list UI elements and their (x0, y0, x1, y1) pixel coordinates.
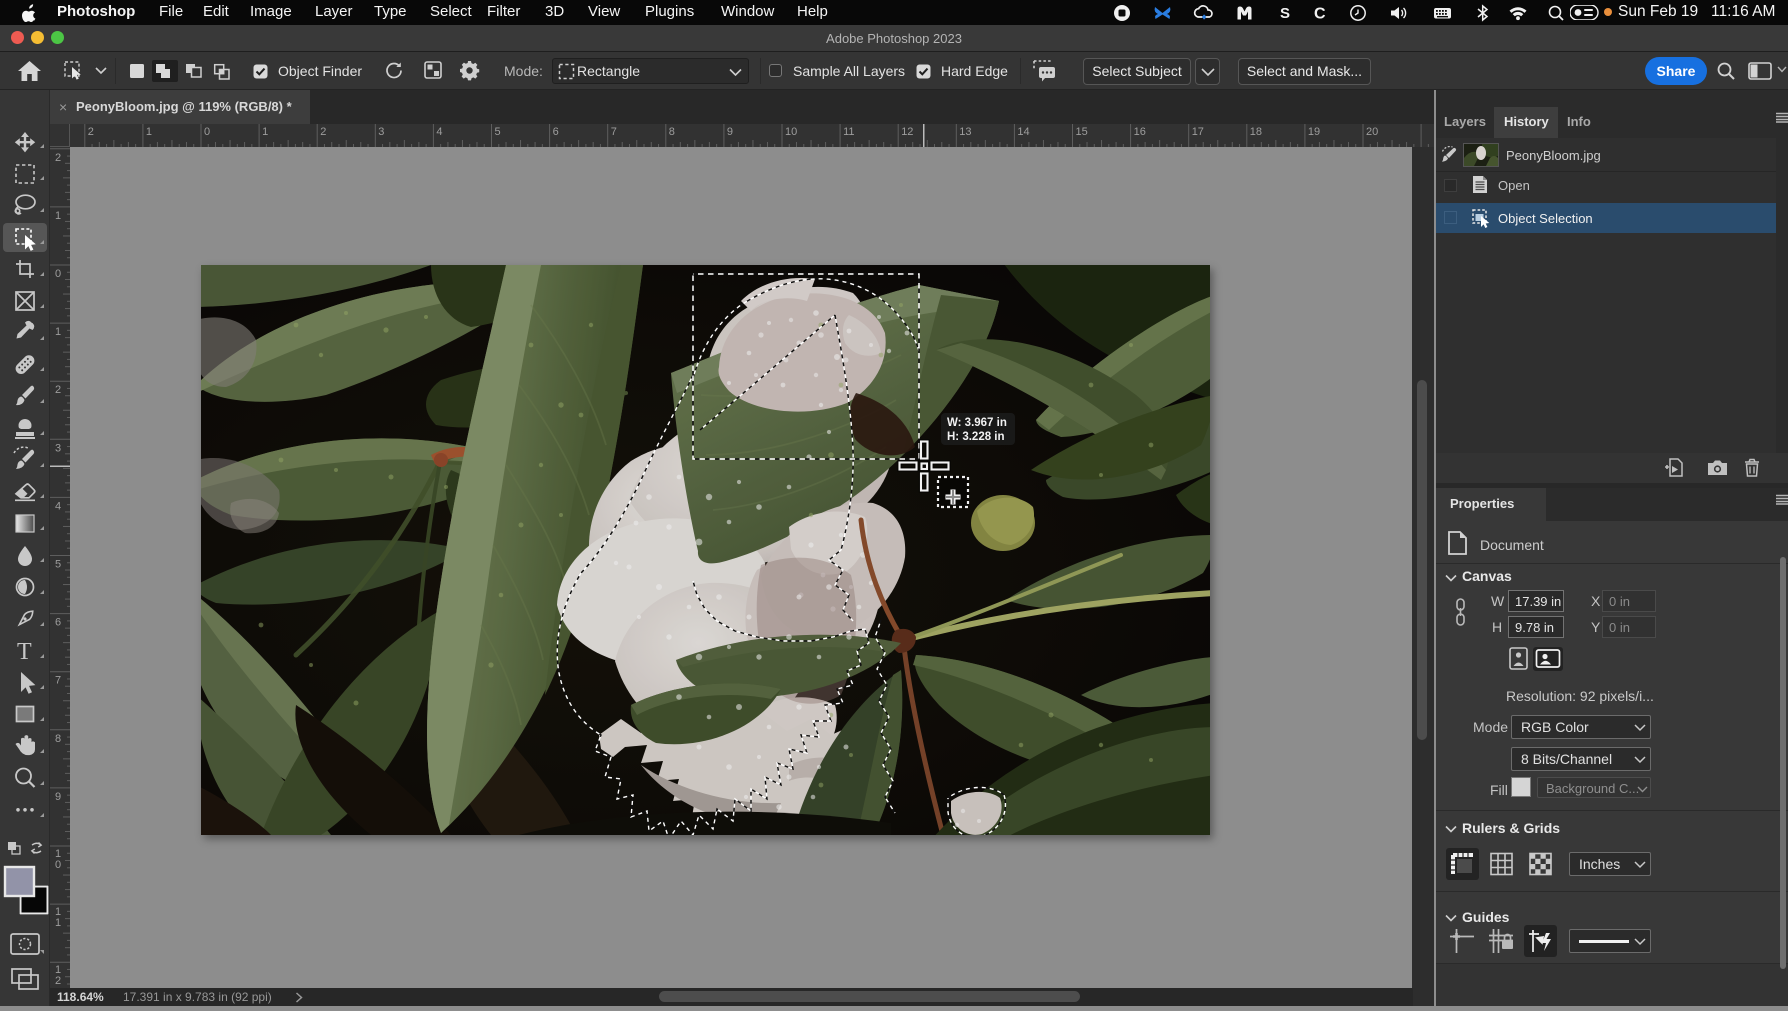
svg-text:4: 4 (436, 126, 442, 138)
svg-text:2: 2 (55, 975, 61, 987)
svg-text:3: 3 (378, 126, 384, 138)
svg-text:6: 6 (553, 126, 559, 138)
svg-text:8: 8 (55, 733, 61, 745)
svg-text:T: T (17, 639, 32, 665)
svg-text:12: 12 (901, 126, 913, 138)
svg-text:2: 2 (55, 152, 61, 164)
svg-text:13: 13 (959, 126, 971, 138)
svg-text:20: 20 (1366, 126, 1378, 138)
svg-text:8: 8 (669, 126, 675, 138)
svg-text:10: 10 (785, 126, 797, 138)
svg-text:S: S (1280, 5, 1290, 22)
svg-text:18: 18 (1250, 126, 1262, 138)
svg-text:C: C (1314, 6, 1326, 23)
svg-text:9: 9 (55, 791, 61, 803)
svg-text:7: 7 (611, 126, 617, 138)
svg-text:2: 2 (320, 126, 326, 138)
svg-text:0: 0 (204, 126, 210, 138)
svg-text:W: 3.967 in: W: 3.967 in (947, 417, 1007, 429)
svg-text:9: 9 (727, 126, 733, 138)
svg-text:11: 11 (843, 126, 854, 138)
svg-text:2: 2 (88, 126, 94, 138)
svg-text:15: 15 (1076, 126, 1088, 138)
svg-text:2: 2 (55, 384, 61, 396)
svg-text:17: 17 (1192, 126, 1204, 138)
svg-text:4: 4 (55, 500, 61, 512)
svg-text:7: 7 (55, 675, 61, 687)
svg-text:5: 5 (495, 126, 501, 138)
svg-text:5: 5 (55, 559, 61, 571)
svg-text:19: 19 (1308, 126, 1320, 138)
svg-text:16: 16 (1134, 126, 1146, 138)
svg-text:1: 1 (55, 917, 61, 929)
svg-text:1: 1 (55, 210, 61, 222)
svg-text:1: 1 (262, 126, 268, 138)
svg-text:3: 3 (55, 442, 61, 454)
svg-text:1: 1 (146, 126, 152, 138)
svg-text:14: 14 (1017, 126, 1029, 138)
svg-text:1: 1 (55, 326, 61, 338)
svg-text:6: 6 (55, 617, 61, 629)
svg-text:H: 3.228 in: H: 3.228 in (947, 431, 1005, 443)
svg-text:0: 0 (55, 268, 61, 280)
svg-text:0: 0 (55, 859, 61, 871)
